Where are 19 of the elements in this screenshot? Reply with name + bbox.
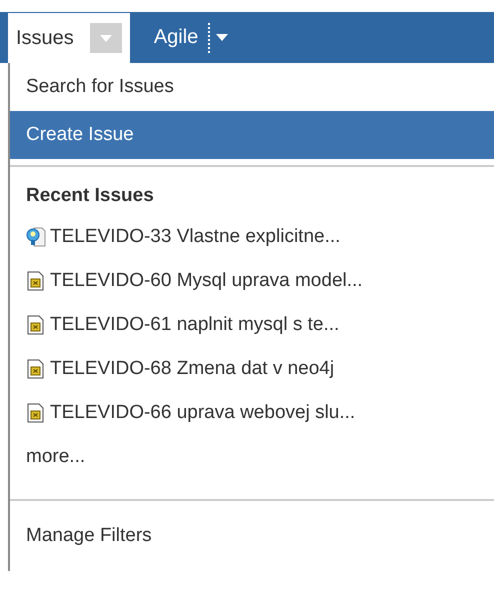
dropdown-button[interactable]: [208, 22, 228, 52]
recent-issue-link[interactable]: TELEVIDO-61 naplnit mysql s te...: [50, 314, 340, 336]
menu-item[interactable]: Search for Issues: [10, 63, 494, 111]
document-icon: [26, 359, 46, 379]
document-icon: [26, 403, 46, 423]
document-icon: [26, 271, 46, 291]
manage-filters-link[interactable]: Manage Filters: [10, 501, 494, 571]
recent-issue-link[interactable]: TELEVIDO-60 Mysql uprava model...: [50, 270, 363, 292]
menu-item[interactable]: Create Issue: [10, 111, 494, 159]
recent-issue-link[interactable]: TELEVIDO-68 Zmena dat v neo4j: [50, 358, 334, 380]
section-heading: Recent Issues: [25, 184, 155, 208]
recent-issue-link[interactable]: TELEVIDO-66 uprava webovej slu...: [50, 402, 356, 424]
lightbulb-icon: [26, 227, 46, 247]
caret-icon: [216, 34, 228, 41]
recent-issue-link[interactable]: TELEVIDO-33 Vlastne explicitne...: [50, 226, 340, 248]
document-icon: [26, 315, 46, 335]
more-link[interactable]: more...: [10, 435, 494, 479]
caret-icon: [100, 34, 112, 42]
nav-tab[interactable]: Agile: [154, 26, 198, 49]
